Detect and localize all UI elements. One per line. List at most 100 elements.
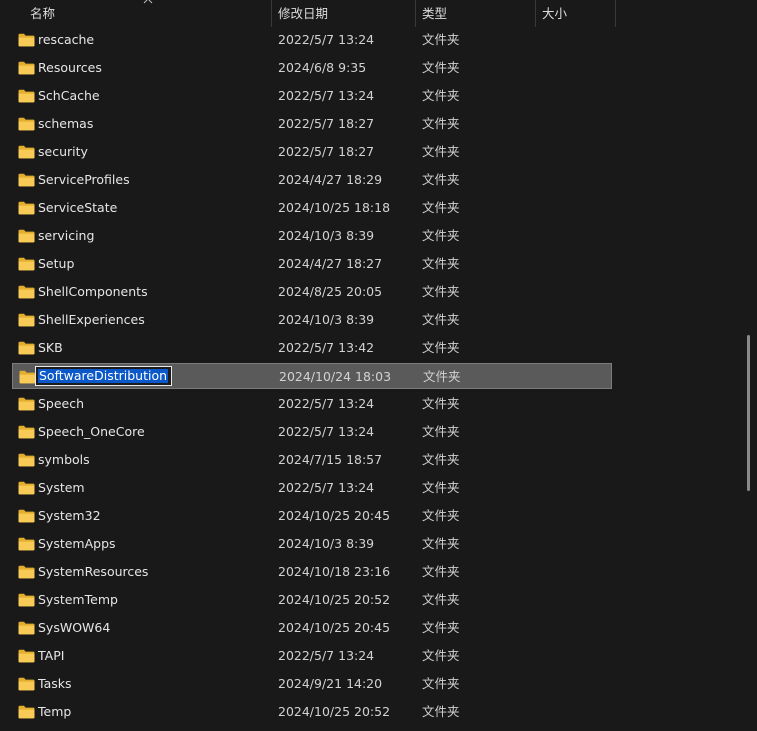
list-item[interactable]: Temp 2024/10/25 20:52 文件夹 [12,699,612,725]
rename-input[interactable]: SoftwareDistribution [35,366,172,386]
file-name: ShellExperiences [38,312,145,327]
file-modified-date: 2022/5/7 13:24 [278,396,375,411]
file-name: SchCache [38,88,100,103]
file-name: ServiceProfiles [38,172,130,187]
list-item[interactable]: SKB 2022/5/7 13:42 文件夹 [12,335,612,361]
folder-icon [18,621,35,635]
sort-ascending-icon [143,0,153,4]
folder-icon [18,481,35,495]
list-item[interactable]: servicing 2024/10/3 8:39 文件夹 [12,223,612,249]
column-header-date[interactable]: 修改日期 [270,0,415,27]
file-modified-date: 2022/5/7 13:24 [278,88,375,103]
column-header-size[interactable]: 大小 [534,0,616,27]
list-item[interactable]: ServiceProfiles 2024/4/27 18:29 文件夹 [12,167,612,193]
list-item[interactable]: Speech 2022/5/7 13:24 文件夹 [12,391,612,417]
folder-icon [18,173,35,187]
list-item[interactable]: schemas 2022/5/7 18:27 文件夹 [12,111,612,137]
folder-icon [18,509,35,523]
folder-icon [18,257,35,271]
file-modified-date: 2024/10/3 8:39 [278,312,375,327]
file-modified-date: 2024/10/24 18:03 [279,369,392,384]
list-item[interactable]: System 2022/5/7 13:24 文件夹 [12,475,612,501]
file-name: SystemTemp [38,592,118,607]
folder-icon [18,61,35,75]
folder-icon [19,370,36,384]
list-item[interactable]: symbols 2024/7/15 18:57 文件夹 [12,447,612,473]
list-item[interactable]: Resources 2024/6/8 9:35 文件夹 [12,55,612,81]
folder-icon [18,285,35,299]
list-item[interactable]: ShellComponents 2024/8/25 20:05 文件夹 [12,279,612,305]
file-name: SKB [38,340,63,355]
folder-icon [18,117,35,131]
file-modified-date: 2024/4/27 18:27 [278,256,383,271]
file-type: 文件夹 [422,648,460,663]
list-item[interactable]: security 2022/5/7 18:27 文件夹 [12,139,612,165]
folder-icon [18,313,35,327]
file-modified-date: 2022/5/7 13:24 [278,32,375,47]
list-item[interactable]: TAPI 2022/5/7 13:24 文件夹 [12,643,612,669]
file-name: Temp [38,704,72,719]
list-item[interactable]: rescache 2022/5/7 13:24 文件夹 [12,27,612,53]
file-type: 文件夹 [422,396,460,411]
file-name: Setup [38,256,75,271]
file-modified-date: 2022/5/7 13:42 [278,340,375,355]
file-name: servicing [38,228,95,243]
file-type: 文件夹 [422,32,460,47]
folder-icon [18,453,35,467]
file-type: 文件夹 [422,172,460,187]
file-modified-date: 2024/10/3 8:39 [278,228,375,243]
file-modified-date: 2024/7/15 18:57 [278,452,383,467]
file-modified-date: 2022/5/7 13:24 [278,648,375,663]
folder-icon [18,425,35,439]
folder-icon [18,397,35,411]
file-modified-date: 2024/10/25 18:18 [278,200,391,215]
file-modified-date: 2024/6/8 9:35 [278,60,367,75]
file-modified-date: 2024/10/25 20:52 [278,592,391,607]
folder-icon [18,89,35,103]
file-modified-date: 2022/5/7 18:27 [278,116,375,131]
list-item[interactable]: SysWOW64 2024/10/25 20:45 文件夹 [12,615,612,641]
list-item[interactable]: Speech_OneCore 2022/5/7 13:24 文件夹 [12,419,612,445]
list-item[interactable]: SystemTemp 2024/10/25 20:52 文件夹 [12,587,612,613]
folder-icon [18,341,35,355]
file-modified-date: 2024/10/18 23:16 [278,564,391,579]
file-type: 文件夹 [422,564,460,579]
list-item[interactable]: ShellExperiences 2024/10/3 8:39 文件夹 [12,307,612,333]
file-explorer-list: 名称 修改日期 类型 大小 rescache 2022/5/7 13:24 文件… [0,0,757,731]
file-name: System32 [38,508,101,523]
file-name: Resources [38,60,102,75]
column-header-type[interactable]: 类型 [414,0,535,27]
file-type: 文件夹 [422,676,460,691]
list-item[interactable]: Tasks 2024/9/21 14:20 文件夹 [12,671,612,697]
list-item[interactable]: Setup 2024/4/27 18:27 文件夹 [12,251,612,277]
list-item[interactable]: 2024/10/24 18:03 文件夹 SoftwareDistributio… [12,363,612,389]
list-item[interactable]: SystemResources 2024/10/18 23:16 文件夹 [12,559,612,585]
file-name: ServiceState [38,200,118,215]
file-modified-date: 2024/9/21 14:20 [278,676,383,691]
file-name: security [38,144,88,159]
list-item[interactable]: ServiceState 2024/10/25 18:18 文件夹 [12,195,612,221]
list-item[interactable]: SystemApps 2024/10/3 8:39 文件夹 [12,531,612,557]
file-name: rescache [38,32,95,47]
rename-selected-text: SoftwareDistribution [38,368,169,383]
folder-icon [18,145,35,159]
file-type: 文件夹 [422,480,460,495]
file-name: SystemResources [38,564,149,579]
vertical-scrollbar-thumb[interactable] [747,335,750,491]
file-type: 文件夹 [422,60,460,75]
file-name: TAPI [38,648,65,663]
file-name: Speech [38,396,85,411]
file-modified-date: 2022/5/7 13:24 [278,480,375,495]
file-modified-date: 2024/10/3 8:39 [278,536,375,551]
file-modified-date: 2024/10/25 20:45 [278,508,391,523]
list-item[interactable]: SchCache 2022/5/7 13:24 文件夹 [12,83,612,109]
file-type: 文件夹 [422,200,460,215]
file-type: 文件夹 [422,144,460,159]
file-type: 文件夹 [422,256,460,271]
list-item[interactable]: System32 2024/10/25 20:45 文件夹 [12,503,612,529]
file-modified-date: 2024/10/25 20:45 [278,620,391,635]
column-divider[interactable] [615,0,616,27]
file-modified-date: 2022/5/7 18:27 [278,144,375,159]
file-name: schemas [38,116,94,131]
folder-icon [18,593,35,607]
